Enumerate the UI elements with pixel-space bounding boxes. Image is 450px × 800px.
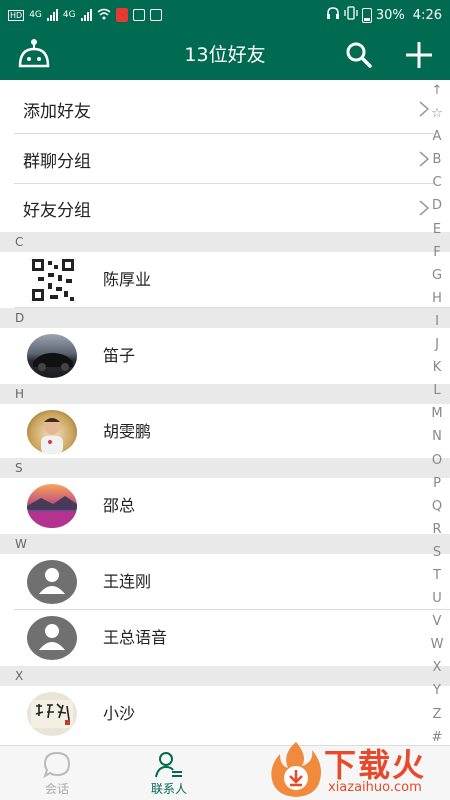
hd-badge: HD	[8, 9, 25, 21]
signal-icon	[46, 9, 58, 21]
index-letter[interactable]: H	[432, 292, 442, 305]
index-letter[interactable]: B	[433, 153, 442, 166]
contact-row[interactable]: 王连刚	[0, 554, 450, 610]
index-letter[interactable]: M	[431, 407, 442, 420]
index-letter[interactable]: R	[432, 523, 441, 536]
add-icon[interactable]	[404, 40, 434, 70]
index-letter[interactable]: Z	[433, 708, 442, 721]
contact-name: 陈厚业	[103, 270, 152, 289]
index-letter[interactable]: ↑	[432, 84, 443, 97]
index-letter[interactable]: E	[433, 223, 441, 236]
app-notification-icon	[132, 9, 145, 21]
calligraphy-avatar	[27, 692, 77, 736]
menu-label: 好友分组	[23, 200, 91, 221]
contact-row[interactable]: 小沙	[0, 686, 450, 742]
network-badge: 4G	[29, 10, 42, 20]
index-letter[interactable]: S	[433, 546, 441, 559]
battery-icon	[361, 7, 372, 23]
index-letter[interactable]: K	[433, 361, 442, 374]
index-letter[interactable]: G	[432, 269, 442, 282]
default-avatar	[27, 560, 77, 604]
tab-contacts[interactable]: 联系人	[124, 746, 214, 800]
index-letter[interactable]: T	[433, 569, 441, 582]
app-header: 13位好友	[0, 30, 450, 80]
headset-icon	[326, 6, 340, 24]
section-header-h: H	[0, 384, 450, 404]
contact-name: 王总语音	[103, 628, 168, 647]
index-letter[interactable]: F	[433, 246, 440, 259]
clock: 4:26	[412, 7, 442, 23]
vibrate-icon	[344, 6, 358, 24]
index-letter[interactable]: J	[435, 338, 439, 351]
index-letter[interactable]: ☆	[431, 107, 443, 120]
battery-percent: 30%	[375, 7, 405, 23]
default-avatar	[27, 616, 77, 660]
section-header-c: C	[0, 232, 450, 252]
landscape-photo-avatar	[27, 484, 77, 528]
tab-label: 联系人	[150, 782, 187, 796]
section-header-x: X	[0, 666, 450, 686]
index-letter[interactable]: V	[433, 615, 442, 628]
page-title: 13位好友	[184, 44, 266, 66]
contact-row[interactable]: 陈厚业	[0, 252, 450, 308]
menu-group-chats[interactable]: 群聊分组	[14, 135, 434, 184]
qr-code-avatar	[30, 257, 76, 303]
search-icon[interactable]	[345, 41, 373, 69]
index-letter[interactable]: Y	[433, 684, 441, 697]
menu-friend-groups[interactable]: 好友分组	[14, 184, 434, 233]
status-left: HD 4G 4G	[8, 8, 162, 23]
contacts-icon	[154, 750, 184, 780]
contact-row[interactable]: 胡雯鹏	[0, 404, 450, 460]
contact-name: 王连刚	[103, 572, 152, 591]
index-letter[interactable]: L	[433, 384, 440, 397]
status-right: 30% 4:26	[326, 6, 442, 24]
menu-label: 添加好友	[23, 101, 91, 122]
contact-row[interactable]: 邵总	[0, 478, 450, 534]
index-letter[interactable]: D	[432, 199, 442, 212]
tab-chats[interactable]: 会话	[12, 746, 102, 800]
index-letter[interactable]: U	[432, 592, 442, 605]
index-letter[interactable]: W	[431, 638, 444, 651]
app-notification-icon-2	[149, 9, 162, 21]
contact-row[interactable]: 王总语音	[0, 610, 450, 666]
watermark-url: xiazaihuo.com	[328, 780, 422, 795]
index-letter[interactable]: P	[433, 477, 441, 490]
section-header-s: S	[0, 458, 450, 478]
index-letter[interactable]: A	[433, 130, 442, 143]
child-photo-avatar	[27, 410, 77, 454]
alphabet-index-bar[interactable]: ↑ ☆ A B C D E F G H I J K L M N O P Q R S T U V W X Y Z #	[425, 84, 449, 744]
index-letter[interactable]: X	[433, 661, 442, 674]
contact-name: 笛子	[103, 346, 136, 365]
network-badge-2: 4G	[62, 10, 76, 20]
index-letter[interactable]: C	[432, 176, 441, 189]
index-letter[interactable]: I	[435, 315, 439, 328]
tab-label: 会话	[44, 782, 69, 796]
menu-label: 群聊分组	[23, 151, 91, 172]
menu-add-friend[interactable]: 添加好友	[14, 85, 434, 134]
car-photo-avatar	[27, 334, 77, 378]
section-header-w: W	[0, 534, 450, 554]
status-bar: HD 4G 4G 30% 4:26	[0, 0, 450, 30]
section-header-d: D	[0, 308, 450, 328]
flame-icon	[271, 742, 321, 797]
contact-name: 小沙	[103, 704, 136, 723]
chat-bubble-icon	[42, 750, 72, 780]
index-letter[interactable]: O	[432, 454, 442, 467]
index-letter[interactable]: N	[432, 430, 442, 443]
contact-name: 胡雯鹏	[103, 422, 152, 441]
wifi-icon	[97, 8, 111, 23]
contact-row[interactable]: 笛子	[0, 328, 450, 384]
watermark-logo: 下载火 xiazaihuo.com	[258, 738, 450, 800]
contact-name: 邵总	[103, 496, 136, 515]
signal-icon-2	[80, 9, 92, 21]
microphone-icon	[115, 8, 128, 22]
index-letter[interactable]: Q	[432, 500, 442, 513]
